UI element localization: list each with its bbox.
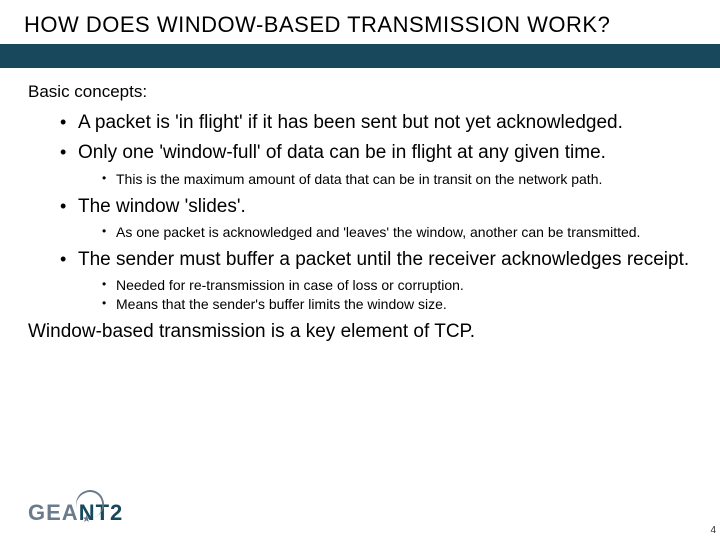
bullet-text: The sender must buffer a packet until th…	[78, 249, 689, 270]
list-item: A packet is 'in flight' if it has been s…	[60, 112, 692, 134]
sub-item: Means that the sender's buffer limits th…	[102, 296, 692, 313]
slide-title: HOW DOES WINDOW-BASED TRANSMISSION WORK?	[24, 12, 696, 38]
intro-text: Basic concepts:	[28, 82, 692, 102]
conclusion-text: Window-based transmission is a key eleme…	[28, 321, 692, 343]
sub-item: This is the maximum amount of data that …	[102, 171, 692, 188]
sub-item: As one packet is acknowledged and 'leave…	[102, 224, 692, 241]
logo-star-icon: ★	[82, 514, 91, 525]
list-item: Only one 'window-full' of data can be in…	[60, 142, 692, 187]
title-area: HOW DOES WINDOW-BASED TRANSMISSION WORK?	[0, 0, 720, 44]
title-underline-bar	[0, 44, 720, 68]
sub-list: Needed for re-transmission in case of lo…	[78, 277, 692, 313]
list-item: The window 'slides'. As one packet is ac…	[60, 196, 692, 241]
bullet-text: Only one 'window-full' of data can be in…	[78, 142, 606, 163]
bullet-text: A packet is 'in flight' if it has been s…	[78, 112, 623, 133]
bullet-list: A packet is 'in flight' if it has been s…	[28, 112, 692, 313]
logo-text-part1: GE	[28, 500, 62, 525]
sub-list: As one packet is acknowledged and 'leave…	[78, 224, 692, 241]
sub-list: This is the maximum amount of data that …	[78, 171, 692, 188]
sub-item: Needed for re-transmission in case of lo…	[102, 277, 692, 294]
page-number: 4	[710, 525, 716, 536]
content-area: Basic concepts: A packet is 'in flight' …	[0, 68, 720, 343]
bullet-text: The window 'slides'.	[78, 196, 246, 217]
geant2-logo: ★ GEANT2	[28, 500, 123, 526]
list-item: The sender must buffer a packet until th…	[60, 249, 692, 313]
logo-suffix: 2	[110, 500, 123, 525]
